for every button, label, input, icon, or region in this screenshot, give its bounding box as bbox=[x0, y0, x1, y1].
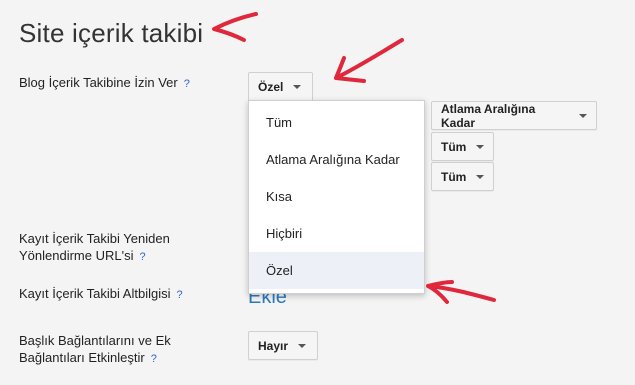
chevron-down-icon bbox=[476, 174, 485, 179]
redirect-url-label: Kayıt İçerik Takibi Yeniden Yönlendirme … bbox=[19, 230, 170, 266]
blog-follow-label: Blog İçerik Takibine İzin Ver? bbox=[19, 74, 190, 93]
chevron-down-icon bbox=[298, 343, 307, 348]
first-select[interactable]: Tüm bbox=[431, 132, 494, 161]
dropdown-item-all[interactable]: Tüm bbox=[249, 104, 424, 141]
blog-follow-dropdown-menu: Tüm Atlama Aralığına Kadar Kısa Hiçbiri … bbox=[248, 100, 425, 294]
blog-follow-label-text: Blog İçerik Takibine İzin Ver bbox=[19, 75, 178, 90]
help-icon[interactable]: ? bbox=[184, 78, 190, 90]
header-links-label: Başlık Bağlantılarını ve Ek Bağlantıları… bbox=[19, 332, 171, 368]
second-select[interactable]: Tüm bbox=[431, 162, 494, 191]
blog-follow-select[interactable]: Özel bbox=[248, 72, 313, 102]
header-links-select-value: Hayır bbox=[258, 338, 289, 353]
dropdown-item-custom[interactable]: Özel bbox=[249, 252, 424, 289]
break-select[interactable]: Atlama Aralığına Kadar bbox=[431, 101, 597, 130]
help-icon[interactable]: ? bbox=[151, 353, 157, 365]
blog-follow-select-value: Özel bbox=[258, 80, 284, 94]
header-links-label-line1: Başlık Bağlantılarını ve Ek bbox=[19, 333, 171, 348]
chevron-down-icon bbox=[293, 85, 302, 89]
dropdown-item-none[interactable]: Hiçbiri bbox=[249, 215, 424, 252]
redirect-url-label-line1: Kayıt İçerik Takibi Yeniden bbox=[19, 231, 170, 246]
chevron-down-icon bbox=[579, 113, 587, 118]
header-links-label-line2: Bağlantıları Etkinleştir bbox=[19, 350, 145, 365]
page-title: Site içerik takibi bbox=[19, 18, 204, 48]
header-links-select[interactable]: Hayır bbox=[248, 331, 318, 360]
title-arrow-icon bbox=[212, 12, 258, 42]
first-select-value: Tüm bbox=[441, 139, 467, 154]
redirect-url-label-line2: Yönlendirme URL'si bbox=[19, 248, 134, 263]
chevron-down-icon bbox=[476, 144, 485, 149]
break-select-value: Atlama Aralığına Kadar bbox=[441, 101, 536, 130]
help-icon[interactable]: ? bbox=[139, 251, 145, 263]
footer-label-text: Kayıt İçerik Takibi Altbilgisi bbox=[19, 286, 171, 301]
select-arrow-icon bbox=[334, 38, 404, 83]
dropdown-item-short[interactable]: Kısa bbox=[249, 178, 424, 215]
second-select-value: Tüm bbox=[441, 169, 467, 184]
help-icon[interactable]: ? bbox=[177, 289, 183, 301]
dropdown-arrow-icon bbox=[426, 280, 496, 304]
footer-label: Kayıt İçerik Takibi Altbilgisi? bbox=[19, 285, 183, 304]
dropdown-item-until-break[interactable]: Atlama Aralığına Kadar bbox=[249, 141, 424, 178]
